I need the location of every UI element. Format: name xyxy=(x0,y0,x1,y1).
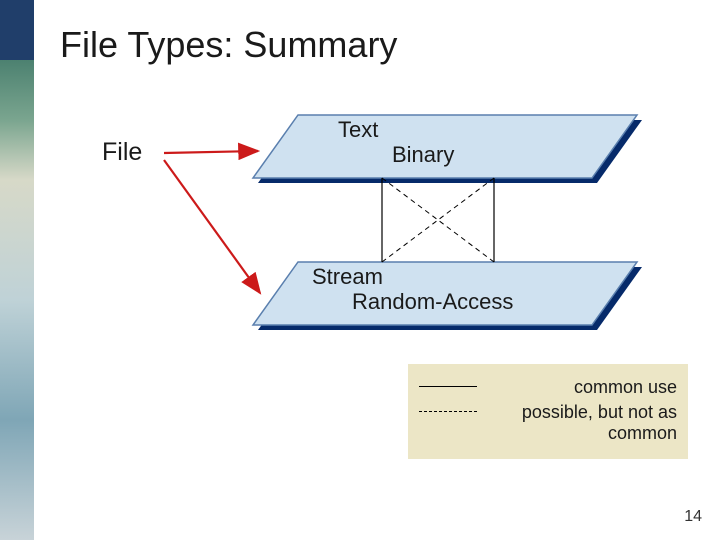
slide-number: 14 xyxy=(684,508,702,526)
arrow-file-to-bottom xyxy=(164,160,260,293)
panel-bottom-label-random: Random-Access xyxy=(352,289,513,315)
panel-top-label-text: Text xyxy=(338,117,378,143)
panel-top-label-binary: Binary xyxy=(392,142,454,168)
legend-dashed-label: possible, but not as common xyxy=(491,402,677,444)
legend-line-solid-icon xyxy=(419,377,477,395)
legend-box: common use possible, but not as common xyxy=(408,364,688,459)
panel-bottom-label-stream: Stream xyxy=(312,264,383,290)
legend-solid-label: common use xyxy=(491,377,677,398)
arrow-file-to-top xyxy=(164,151,258,153)
legend-line-dashed-icon xyxy=(419,402,477,420)
legend-row-dashed: possible, but not as common xyxy=(419,402,677,444)
legend-row-solid: common use xyxy=(419,377,677,398)
